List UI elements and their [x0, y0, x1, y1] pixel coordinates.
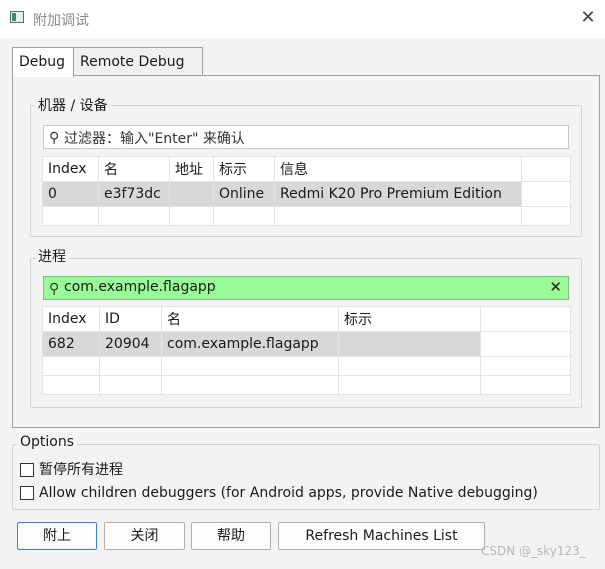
tab-debug[interactable]: Debug	[12, 47, 74, 77]
machine-info: Redmi K20 Pro Premium Edition	[274, 181, 522, 207]
column-header[interactable]: 标示	[338, 306, 481, 332]
machine-filter-placeholder: 过滤器：输入"Enter" 来确认	[64, 131, 245, 147]
column-header[interactable]: 名	[161, 306, 339, 332]
column-header[interactable]: Index	[42, 156, 99, 182]
search-icon: ⚲	[49, 130, 60, 146]
process-name: com.example.flagapp	[161, 331, 339, 357]
machines-header-row: Index 名 地址 标示 信息	[42, 156, 571, 182]
checkbox-box[interactable]	[20, 486, 34, 500]
window-title: 附加调试	[33, 13, 89, 29]
machine-index: 0	[42, 181, 99, 207]
machines-table: Index 名 地址 标示 信息 0 e3f73dc Online Redmi …	[42, 156, 571, 226]
close-button[interactable]: 关闭	[104, 522, 185, 550]
pause-all-checkbox[interactable]: 暂停所有进程	[20, 459, 123, 479]
column-header[interactable]: Index	[42, 306, 100, 332]
machine-filler	[521, 181, 571, 207]
column-header[interactable]: 名	[98, 156, 170, 182]
pause-all-label: 暂停所有进程	[39, 462, 123, 478]
search-icon: ⚲	[49, 281, 60, 297]
column-header-empty	[521, 156, 571, 182]
clear-icon[interactable]: ✕	[549, 278, 562, 296]
process-tag	[338, 331, 481, 357]
machines-group-title: 机器 / 设备	[35, 95, 111, 115]
empty-row	[42, 375, 571, 395]
process-filter-input[interactable]: ⚲ com.example.flagapp ✕	[43, 276, 569, 300]
tab-panel-debug: 机器 / 设备 ⚲ 过滤器：输入"Enter" 来确认 Index 名 地址 标…	[12, 75, 600, 428]
empty-row	[42, 356, 571, 376]
allow-children-checkbox[interactable]: Allow children debuggers (for Android ap…	[20, 485, 538, 501]
options-title: Options	[17, 434, 78, 450]
process-filler	[480, 331, 571, 357]
column-header[interactable]: ID	[99, 306, 162, 332]
machine-row[interactable]: 0 e3f73dc Online Redmi K20 Pro Premium E…	[42, 181, 571, 207]
column-header-empty	[480, 306, 571, 332]
process-index: 682	[42, 331, 100, 357]
column-header[interactable]: 信息	[274, 156, 522, 182]
help-button[interactable]: 帮助	[191, 522, 271, 550]
process-filter-value: com.example.flagapp	[64, 279, 216, 295]
process-group-title: 进程	[35, 246, 69, 266]
watermark: CSDN @_sky123_	[481, 544, 586, 558]
refresh-machines-button[interactable]: Refresh Machines List	[278, 522, 485, 550]
empty-row	[42, 206, 571, 226]
process-row[interactable]: 682 20904 com.example.flagapp	[42, 331, 571, 357]
tab-remote-debug[interactable]: Remote Debug	[73, 47, 203, 76]
machine-address	[169, 181, 214, 207]
machine-name: e3f73dc	[98, 181, 170, 207]
column-header[interactable]: 标示	[213, 156, 275, 182]
app-icon	[10, 11, 24, 23]
process-id: 20904	[99, 331, 162, 357]
allow-children-label: Allow children debuggers (for Android ap…	[39, 485, 538, 501]
machine-tag: Online	[213, 181, 275, 207]
title-bar: 附加调试 ✕	[0, 0, 605, 38]
process-table: Index ID 名 标示 682 20904 com.example.flag…	[42, 306, 571, 395]
machine-filter-input[interactable]: ⚲ 过滤器：输入"Enter" 来确认	[43, 125, 569, 149]
checkbox-box[interactable]	[20, 463, 34, 477]
attach-button[interactable]: 附上	[17, 522, 97, 550]
column-header[interactable]: 地址	[169, 156, 214, 182]
process-header-row: Index ID 名 标示	[42, 306, 571, 332]
close-icon[interactable]: ✕	[576, 6, 600, 30]
